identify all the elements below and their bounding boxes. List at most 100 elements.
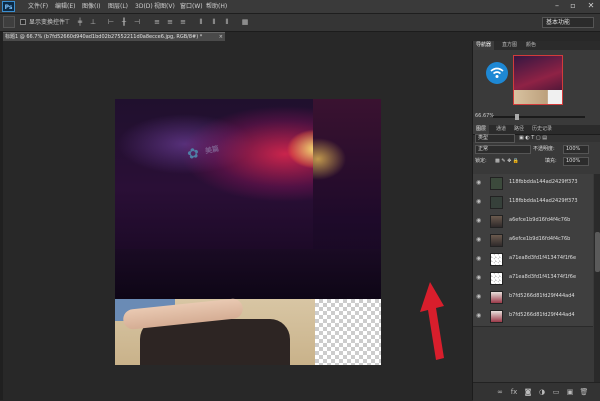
wifi-icon bbox=[486, 62, 508, 84]
photoshop-logo: Ps bbox=[2, 1, 15, 12]
layer-name[interactable]: b7fd5266d81fd29f444ad4 bbox=[509, 312, 593, 318]
distribute-left-icon[interactable]: ⫴ bbox=[196, 17, 206, 27]
layer-name[interactable]: b7fd5266d81fd29f444ad4 bbox=[509, 293, 593, 299]
layer-name[interactable]: a6efce1b9d16fd4f4c76b bbox=[509, 217, 593, 223]
document-canvas[interactable]: ✿ 美篇 bbox=[115, 99, 381, 365]
restore-button[interactable]: ▫ bbox=[566, 0, 580, 12]
distribute-right-icon[interactable]: ⫴ bbox=[222, 17, 232, 27]
move-tool-preset-icon[interactable] bbox=[3, 16, 15, 28]
layer-row[interactable]: ◉ a71ea8d3fd1f413474f1f6e bbox=[473, 250, 593, 270]
layer-name[interactable]: a71ea8d3fd1f413474f1f6e bbox=[509, 255, 593, 261]
layer-row[interactable]: ◉ a6efce1b9d16fd4f4c76b bbox=[473, 212, 593, 232]
navigator-panel: 66.67% bbox=[473, 50, 600, 125]
layer-row[interactable]: ◉ a71ea8d3fd1f413474f1f6e bbox=[473, 269, 593, 289]
adjustment-icon[interactable]: ◑ bbox=[537, 387, 547, 397]
align-right-icon[interactable]: ⊣ bbox=[132, 17, 142, 27]
layers-scrollbar-thumb[interactable] bbox=[595, 232, 600, 272]
menu-3d[interactable]: 3D(D) bbox=[135, 2, 153, 11]
distribute-hcenter-icon[interactable]: ⫴ bbox=[209, 17, 219, 27]
eye-icon[interactable]: ◉ bbox=[476, 180, 484, 186]
fx-icon[interactable]: fx bbox=[509, 387, 519, 397]
show-transform-label: 显示变换控件 bbox=[29, 19, 66, 26]
document-tab-title: 标题1 @ 66.7% (b7fd52660d940ad1bd02b275522… bbox=[5, 34, 203, 40]
menu-image[interactable]: 图像(I) bbox=[82, 2, 100, 11]
document-tab[interactable]: 标题1 @ 66.7% (b7fd52660d940ad1bd02b275522… bbox=[3, 32, 225, 41]
minimize-button[interactable]: – bbox=[550, 0, 564, 12]
eye-icon[interactable]: ◉ bbox=[476, 275, 484, 281]
watermark-logo-icon: ✿ bbox=[185, 145, 201, 164]
align-top-icon[interactable]: ⊤ bbox=[62, 17, 72, 27]
opacity-input[interactable]: 100% bbox=[563, 145, 589, 154]
document-close-icon[interactable]: × bbox=[219, 33, 223, 41]
layer-name[interactable]: a71ea8d3fd1f413474f1f6e bbox=[509, 274, 593, 280]
new-layer-icon[interactable]: ▣ bbox=[565, 387, 575, 397]
tab-color[interactable]: 颜色 bbox=[523, 41, 539, 50]
distribute-bottom-icon[interactable]: ≡ bbox=[178, 17, 188, 27]
eye-icon[interactable]: ◉ bbox=[476, 256, 484, 262]
dark-band bbox=[115, 249, 381, 299]
layer-row[interactable]: ◉ a6efce1b9d16fd4f4c76b bbox=[473, 231, 593, 251]
navigator-preview[interactable] bbox=[513, 55, 563, 105]
lock-icons[interactable]: ▩ ✎ ✥ 🔒 bbox=[495, 156, 519, 166]
layer-name[interactable]: 118fbbdda144ad2429ff373 bbox=[509, 198, 593, 204]
workspace-select[interactable]: 基本功能 bbox=[542, 17, 594, 28]
menu-window[interactable]: 窗口(W) bbox=[180, 2, 203, 11]
align-vcenter-icon[interactable]: ╪ bbox=[75, 17, 85, 27]
layer-thumbnail bbox=[490, 272, 503, 285]
layer-thumbnail bbox=[490, 310, 503, 323]
layer-thumbnail bbox=[490, 291, 503, 304]
layer-thumbnail bbox=[490, 215, 503, 228]
fill-label: 填充: bbox=[545, 158, 557, 164]
menu-help[interactable]: 帮助(H) bbox=[206, 2, 227, 11]
layer-row[interactable]: ◉ b7fd5266d81fd29f444ad4 bbox=[473, 288, 593, 308]
opacity-label: 不透明度: bbox=[533, 146, 555, 152]
options-bar: 显示变换控件 ⊤ ╪ ⊥ ⊢ ╫ ⊣ ≡ ≡ ≡ ⫴ ⫴ ⫴ ▦ 基本功能 bbox=[0, 14, 600, 32]
blend-mode-select[interactable]: 正常 bbox=[475, 145, 531, 154]
align-bottom-icon[interactable]: ⊥ bbox=[88, 17, 98, 27]
zoom-slider-knob[interactable] bbox=[515, 114, 519, 120]
layer-row[interactable]: ◉ 118fbbdda144ad2429ff373 bbox=[473, 174, 593, 194]
fill-input[interactable]: 100% bbox=[563, 157, 589, 166]
layer-thumbnail bbox=[490, 177, 503, 190]
distribute-vcenter-icon[interactable]: ≡ bbox=[165, 17, 175, 27]
layers-bottom-bar: ∞ fx ◙ ◑ ▭ ▣ 🗑 bbox=[473, 382, 600, 401]
layer-row[interactable]: ◉ b7fd5266d81fd29f444ad4 bbox=[473, 307, 593, 327]
tab-navigator[interactable]: 导航器 bbox=[473, 41, 495, 50]
tab-histogram[interactable]: 直方图 bbox=[499, 41, 520, 50]
lock-label: 锁定: bbox=[475, 158, 487, 164]
zoom-value[interactable]: 66.67% bbox=[475, 113, 494, 119]
layer-name[interactable]: 118fbbdda144ad2429ff373 bbox=[509, 179, 593, 185]
group-icon[interactable]: ▭ bbox=[551, 387, 561, 397]
filter-icons[interactable]: ▣ ◐ T ▢ ▤ bbox=[519, 133, 547, 143]
tab-channels[interactable]: 通道 bbox=[493, 125, 509, 134]
eye-icon[interactable]: ◉ bbox=[476, 294, 484, 300]
link-icon[interactable]: ∞ bbox=[495, 387, 505, 397]
layers-scrollbar[interactable] bbox=[594, 174, 600, 382]
auto-align-icon[interactable]: ▦ bbox=[240, 17, 250, 27]
align-left-icon[interactable]: ⊢ bbox=[106, 17, 116, 27]
layers-panel: 类型 ▣ ◐ T ▢ ▤ 正常 不透明度: 100% 锁定: ▩ ✎ ✥ 🔒 填… bbox=[473, 134, 600, 401]
eye-icon[interactable]: ◉ bbox=[476, 313, 484, 319]
layer-row[interactable]: ◉ 118fbbdda144ad2429ff373 bbox=[473, 193, 593, 213]
eye-icon[interactable]: ◉ bbox=[476, 237, 484, 243]
menu-file[interactable]: 文件(F) bbox=[28, 2, 48, 11]
distribute-top-icon[interactable]: ≡ bbox=[152, 17, 162, 27]
layer-name[interactable]: a6efce1b9d16fd4f4c76b bbox=[509, 236, 593, 242]
zoom-slider[interactable] bbox=[493, 114, 585, 120]
menu-edit[interactable]: 编辑(E) bbox=[55, 2, 75, 11]
close-window-button[interactable]: ✕ bbox=[584, 0, 598, 12]
menu-bar: Ps 文件(F) 编辑(E) 图像(I) 图层(L) 3D(D) 视图(V) 窗… bbox=[0, 0, 600, 14]
menu-layer[interactable]: 图层(L) bbox=[108, 2, 128, 11]
mask-icon[interactable]: ◙ bbox=[523, 387, 533, 397]
layer-thumbnail bbox=[490, 196, 503, 209]
eye-icon[interactable]: ◉ bbox=[476, 218, 484, 224]
eye-icon[interactable]: ◉ bbox=[476, 199, 484, 205]
transparent-area bbox=[315, 299, 381, 365]
trash-icon[interactable]: 🗑 bbox=[579, 387, 589, 397]
menu-view[interactable]: 视图(V) bbox=[154, 2, 175, 11]
layer-filter-select[interactable]: 类型 bbox=[475, 134, 515, 143]
tab-layers[interactable]: 图层 bbox=[473, 125, 490, 134]
right-panel-dock: 导航器 直方图 颜色 66.67% 图层 通道 路径 历史记录 类型 ▣ ◐ T… bbox=[472, 41, 600, 401]
show-transform-checkbox[interactable] bbox=[20, 19, 26, 25]
align-hcenter-icon[interactable]: ╫ bbox=[119, 17, 129, 27]
